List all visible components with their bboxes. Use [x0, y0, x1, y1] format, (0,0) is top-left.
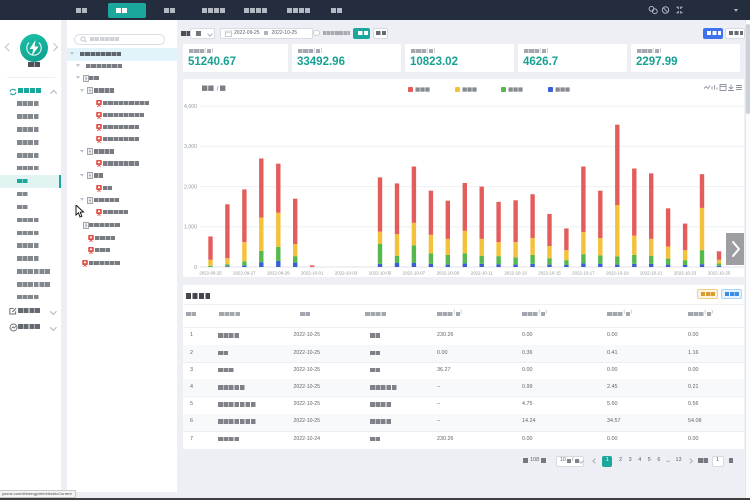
svg-text:/: / — [217, 87, 219, 93]
svg-text:4,000: 4,000 — [184, 104, 197, 110]
svg-text:2022-10-19: 2022-10-19 — [606, 271, 629, 276]
svg-text:2022-10-25: 2022-10-25 — [708, 271, 731, 276]
svg-text:2022-09-27: 2022-09-27 — [233, 271, 256, 276]
svg-text:2022-10-21: 2022-10-21 — [640, 271, 663, 276]
svg-text:0: 0 — [194, 265, 197, 271]
svg-text:2022-10-13: 2022-10-13 — [504, 271, 527, 276]
svg-text:2,000: 2,000 — [184, 184, 197, 190]
svg-text:1,000: 1,000 — [184, 225, 197, 231]
svg-text:2022-10-07: 2022-10-07 — [403, 271, 426, 276]
svg-text:3,000: 3,000 — [184, 144, 197, 150]
svg-text:2022-10-17: 2022-10-17 — [572, 271, 595, 276]
svg-text:2022-10-23: 2022-10-23 — [674, 271, 697, 276]
svg-text:2022-10-03: 2022-10-03 — [335, 271, 358, 276]
svg-text:2022-10-15: 2022-10-15 — [538, 271, 561, 276]
svg-text:2022-10-11: 2022-10-11 — [471, 271, 494, 276]
svg-text:2022-10-01: 2022-10-01 — [301, 271, 324, 276]
svg-text:2022-09-25: 2022-09-25 — [199, 271, 222, 276]
svg-text:2022-10-05: 2022-10-05 — [369, 271, 392, 276]
svg-text:2022-10-09: 2022-10-09 — [437, 271, 460, 276]
svg-text:2022-09-29: 2022-09-29 — [267, 271, 290, 276]
